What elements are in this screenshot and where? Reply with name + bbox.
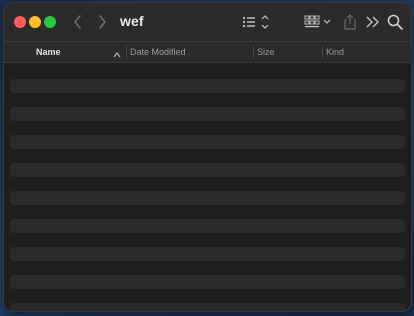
empty-row <box>10 107 405 121</box>
desktop: wef Name Date Modified Size Kind <box>0 0 414 316</box>
minimize-window-button[interactable] <box>29 16 41 28</box>
finder-window: wef Name Date Modified Size Kind <box>3 2 412 312</box>
group-button[interactable] <box>303 12 331 32</box>
column-kind[interactable]: Kind <box>326 42 344 62</box>
empty-row <box>10 135 405 149</box>
view-options-button[interactable] <box>238 12 270 32</box>
empty-row <box>10 219 405 233</box>
column-divider[interactable] <box>126 46 127 58</box>
share-icon <box>344 14 356 30</box>
sort-ascending-icon[interactable] <box>112 47 122 58</box>
column-date-modified[interactable]: Date Modified <box>130 42 186 62</box>
back-button[interactable] <box>69 13 87 31</box>
maximize-window-button[interactable] <box>44 16 56 28</box>
empty-row <box>10 247 405 261</box>
file-list[interactable] <box>4 63 411 311</box>
empty-row <box>10 79 405 93</box>
column-divider[interactable] <box>253 46 254 58</box>
search-icon <box>387 14 403 30</box>
more-chevrons-icon <box>366 16 379 28</box>
empty-row <box>10 163 405 177</box>
forward-chevron-icon <box>99 15 106 29</box>
column-size[interactable]: Size <box>257 42 275 62</box>
column-name[interactable]: Name <box>36 42 61 62</box>
group-grid-icon <box>304 15 331 28</box>
empty-row <box>10 191 405 205</box>
empty-row <box>10 275 405 289</box>
window-title: wef <box>120 13 144 29</box>
column-header: Name Date Modified Size Kind <box>4 41 411 63</box>
close-window-button[interactable] <box>14 16 26 28</box>
search-button[interactable] <box>386 12 404 32</box>
list-view-icon <box>242 15 269 29</box>
forward-button[interactable] <box>93 13 111 31</box>
empty-row <box>10 303 405 311</box>
share-button[interactable] <box>341 12 359 32</box>
back-chevron-icon <box>74 15 81 29</box>
toolbar: wef <box>4 3 411 41</box>
more-button[interactable] <box>364 12 382 32</box>
column-divider[interactable] <box>322 46 323 58</box>
